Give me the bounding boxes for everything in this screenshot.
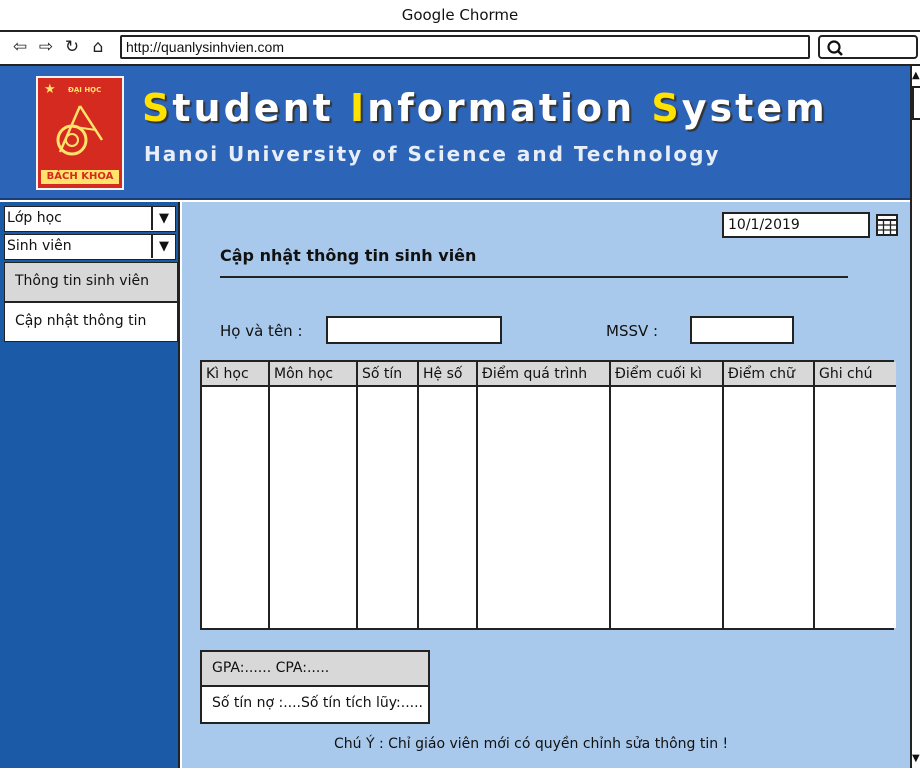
gear-compass-icon — [56, 105, 104, 156]
browser-search-box[interactable] — [818, 35, 918, 59]
table-cell — [723, 386, 815, 628]
table-row — [202, 386, 896, 628]
class-dropdown[interactable]: Lớp học ▼ — [4, 206, 176, 232]
browser-title-bar: Google Chorme — [0, 0, 920, 32]
table-cell — [477, 386, 611, 628]
star-icon: ★ — [44, 82, 56, 97]
date-value: 10/1/2019 — [728, 217, 800, 233]
url-text: http://quanlysinhvien.com — [126, 39, 284, 55]
date-field[interactable]: 10/1/2019 — [722, 212, 870, 238]
column-header: Ghi chú — [814, 362, 896, 387]
class-dropdown-label: Lớp học — [7, 210, 62, 226]
table-cell — [418, 386, 478, 628]
sidebar: Lớp học ▼ Sinh viên ▼ Thông tin sinh viê… — [0, 202, 180, 768]
form-title: Cập nhật thông tin sinh viên — [220, 246, 477, 265]
gpa-summary-box: GPA:...... CPA:..... Số tín nợ :....Số t… — [200, 650, 430, 724]
window-title: Google Chorme — [401, 6, 519, 24]
page-scrollbar[interactable]: ▲ ▼ — [910, 66, 920, 768]
system-subtitle: Hanoi University of Science and Technolo… — [144, 142, 721, 166]
university-logo: ★ ĐẠI HỌC BÁCH KHOA — [36, 76, 124, 190]
url-bar[interactable]: http://quanlysinhvien.com — [120, 35, 810, 59]
student-dropdown-label: Sinh viên — [7, 238, 72, 254]
column-header: Điểm quá trình — [477, 362, 611, 387]
title-divider — [220, 276, 848, 278]
browser-nav-bar: ⇦ ⇨ ↻ ⌂ http://quanlysinhvien.com — [0, 32, 920, 66]
table-cell — [202, 386, 270, 628]
student-id-label: MSSV : — [606, 322, 659, 340]
sidebar-item-update-info[interactable]: Cập nhật thông tin — [4, 302, 178, 342]
gpa-cpa-text: GPA:...... CPA:..... — [202, 652, 428, 687]
back-icon[interactable]: ⇦ — [10, 36, 30, 58]
logo-bottom-text: BÁCH KHOA — [41, 170, 119, 184]
scroll-thumb[interactable] — [912, 86, 920, 120]
full-name-input[interactable] — [326, 316, 502, 344]
sidebar-item-student-info[interactable]: Thông tin sinh viên — [4, 262, 178, 302]
table-cell — [357, 386, 419, 628]
column-header: Kì học — [202, 362, 270, 387]
scroll-up-icon[interactable]: ▲ — [912, 70, 920, 81]
permission-note: Chú Ý : Chỉ giáo viên mới có quyền chỉnh… — [334, 736, 729, 752]
calendar-icon[interactable] — [876, 214, 898, 236]
logo-top-text: ĐẠI HỌC — [68, 86, 102, 94]
student-dropdown[interactable]: Sinh viên ▼ — [4, 234, 176, 260]
credits-text: Số tín nợ :....Số tín tích lũy:..... — [202, 687, 428, 722]
grades-table: Kì học Môn học Số tín Hệ số Điểm quá trì… — [200, 360, 896, 630]
column-header: Số tín — [357, 362, 419, 387]
system-title: Student Information System — [142, 86, 828, 130]
table-cell — [269, 386, 358, 628]
column-header: Điểm chữ — [723, 362, 815, 387]
table-header-row: Kì học Môn học Số tín Hệ số Điểm quá trì… — [202, 362, 896, 387]
dropdown-arrow-icon[interactable]: ▼ — [151, 207, 175, 230]
table-cell — [610, 386, 724, 628]
student-id-input[interactable] — [690, 316, 794, 344]
table-cell — [814, 386, 896, 628]
column-header: Điểm cuối kì — [610, 362, 724, 387]
main-content: 10/1/2019 Cập nhật thông tin sinh viên H… — [182, 202, 910, 768]
header-banner: ★ ĐẠI HỌC BÁCH KHOA Student Information … — [0, 66, 910, 200]
scroll-down-icon[interactable]: ▼ — [912, 753, 920, 764]
reload-icon[interactable]: ↻ — [62, 36, 82, 58]
sidebar-item-label: Cập nhật thông tin — [15, 313, 147, 329]
full-name-label: Họ và tên : — [220, 322, 303, 340]
sidebar-item-label: Thông tin sinh viên — [15, 273, 149, 289]
column-header: Môn học — [269, 362, 358, 387]
home-icon[interactable]: ⌂ — [88, 36, 108, 58]
column-header: Hệ số — [418, 362, 478, 387]
forward-icon[interactable]: ⇨ — [36, 36, 56, 58]
dropdown-arrow-icon[interactable]: ▼ — [151, 235, 175, 258]
search-icon — [827, 40, 843, 56]
web-page: ★ ĐẠI HỌC BÁCH KHOA Student Information … — [0, 66, 910, 768]
